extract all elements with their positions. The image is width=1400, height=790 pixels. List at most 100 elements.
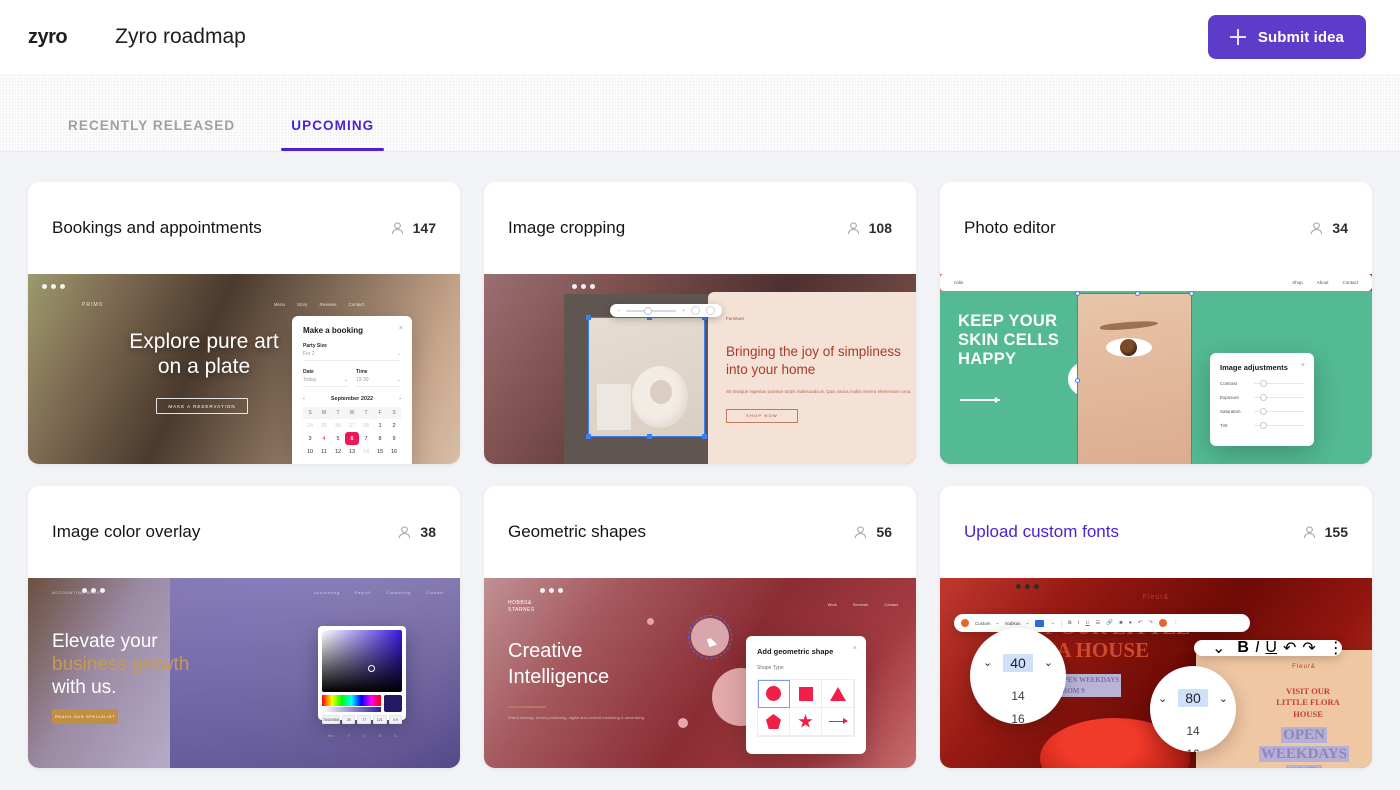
redo-icon[interactable]: ↷	[1302, 638, 1315, 658]
align-icon[interactable]: ☰	[1095, 620, 1100, 626]
font-size-option[interactable]: 16	[1186, 747, 1199, 752]
user-icon	[390, 221, 405, 236]
exposure-slider[interactable]	[1254, 397, 1304, 399]
g-field[interactable]: 77 G	[357, 715, 371, 742]
tint-slider[interactable]	[1254, 425, 1304, 427]
party-size-label: Party Size	[303, 343, 401, 349]
underline-icon[interactable]: U	[1085, 620, 1089, 626]
chevron-down-icon[interactable]: ⌄	[983, 656, 992, 669]
chevron-down-icon[interactable]: ⌄	[1158, 692, 1167, 705]
submit-idea-button[interactable]: Submit idea	[1208, 15, 1366, 59]
minus-icon[interactable]: −	[617, 308, 620, 314]
zoom-slider[interactable]	[626, 310, 676, 312]
adjustment-label: Exposure	[1220, 395, 1248, 400]
roadmap-card-image-color-overlay[interactable]: Image color overlay 38 ACCOUNTING BROS A…	[28, 486, 460, 768]
bold-icon[interactable]: B	[1068, 620, 1072, 626]
adjustment-row[interactable]: Exposure	[1220, 395, 1304, 400]
shape-option-arrow[interactable]	[822, 708, 854, 736]
vote-count[interactable]: 38	[397, 524, 436, 540]
vote-count[interactable]: 155	[1302, 524, 1348, 540]
slider-knob[interactable]	[1260, 408, 1267, 415]
vote-count[interactable]: 147	[390, 220, 436, 236]
roadmap-card-geometric-shapes[interactable]: Geometric shapes 56 HOBBS& STARNES Work …	[484, 486, 916, 768]
crop-handle[interactable]	[586, 315, 591, 320]
font-size-stepper[interactable]: ⌄ 80 ⌄	[1158, 689, 1228, 707]
adjustment-label: Contrast	[1220, 381, 1248, 386]
text-color-icon[interactable]	[1035, 620, 1044, 627]
font-size-option[interactable]: 16	[1011, 712, 1024, 724]
bold-icon[interactable]: B	[1237, 639, 1249, 657]
hex-field[interactable]: 7840006B Hex	[322, 715, 340, 742]
more-icon[interactable]: ⋮	[1328, 638, 1344, 658]
roadmap-card-photo-editor[interactable]: Photo editor 34 nolie Shop About Contact	[940, 182, 1372, 464]
color-swatch-icon[interactable]	[961, 619, 969, 627]
font-size-stepper[interactable]: ⌄ 40 ⌄	[983, 654, 1053, 672]
vote-count[interactable]: 108	[846, 220, 892, 236]
saturation-slider[interactable]	[1254, 411, 1304, 413]
pin-icon[interactable]: ●	[1129, 620, 1132, 626]
triangle-icon	[830, 687, 846, 701]
crop-handle[interactable]	[647, 434, 652, 439]
a-field[interactable]: 0.9 A	[389, 715, 403, 742]
adjustment-row[interactable]: Saturation	[1220, 409, 1304, 414]
booking-panel: Make a booking × Party Size For 2 ⌄ Date…	[292, 316, 412, 464]
shape-option-square[interactable]	[790, 680, 822, 708]
underline-icon[interactable]: U	[1265, 639, 1277, 657]
tab-bar: RECENTLY RELEASED UPCOMING	[0, 74, 1400, 152]
vote-count[interactable]: 34	[1309, 220, 1348, 236]
italic-icon[interactable]: I	[1255, 639, 1259, 657]
hue-slider[interactable]	[322, 695, 381, 706]
undo-icon[interactable]: ↶	[1283, 638, 1296, 658]
hero-cta-button: SHOP NOW	[726, 409, 798, 423]
adjustment-row[interactable]: Contrast	[1220, 381, 1304, 386]
calendar-selected-day[interactable]: 6	[345, 432, 359, 445]
font-size-option[interactable]: 14	[1186, 724, 1199, 738]
chevron-down-icon[interactable]: ⌄	[1050, 620, 1055, 626]
roadmap-card-bookings-and-appointments[interactable]: Bookings and appointments 147 PRIMO Menu…	[28, 182, 460, 464]
chevron-down-icon[interactable]: ⌄	[1219, 692, 1228, 705]
slider-knob[interactable]	[1260, 422, 1267, 429]
undo-icon[interactable]: ↶	[1138, 620, 1143, 626]
hero-line-2: LITTLE FLORA	[1218, 697, 1372, 708]
crop-confirm-button[interactable]	[691, 306, 700, 315]
tab-recently-released[interactable]: RECENTLY RELEASED	[58, 118, 245, 151]
link-icon[interactable]: 🔗	[1106, 620, 1113, 626]
chevron-down-icon[interactable]: ⌄	[1044, 656, 1053, 669]
r-field[interactable]: 25 R	[342, 715, 356, 742]
roadmap-card-upload-custom-fonts[interactable]: Upload custom fonts 155 Fleur& VISIT OUR…	[940, 486, 1372, 768]
slider-knob[interactable]	[1260, 394, 1267, 401]
font-size-value[interactable]: 80	[1178, 689, 1208, 707]
accent-color-icon[interactable]	[1159, 619, 1167, 627]
crop-handle[interactable]	[702, 434, 707, 439]
crop-cancel-button[interactable]	[706, 306, 715, 315]
shape-option-pentagon[interactable]	[758, 708, 790, 736]
crop-handle[interactable]	[586, 434, 591, 439]
zyro-logo[interactable]: zyro	[28, 27, 67, 47]
roadmap-card-image-cropping[interactable]: Image cropping 108 Furniture Bringing th…	[484, 182, 916, 464]
shape-option-circle[interactable]	[758, 680, 790, 708]
chevron-down-icon[interactable]: ⌄	[1212, 638, 1225, 658]
shape-option-triangle[interactable]	[822, 680, 854, 708]
font-size-option[interactable]: 14	[1011, 689, 1024, 703]
font-name-select[interactable]: Nabkas ⌄	[1005, 620, 1029, 626]
slider-knob[interactable]	[1260, 380, 1267, 387]
saturation-value-area[interactable]	[322, 630, 402, 692]
card-title[interactable]: Upload custom fonts	[964, 522, 1288, 542]
font-family-select[interactable]: Custom ⌄	[975, 620, 999, 626]
shape-type-grid	[757, 679, 855, 737]
vote-count[interactable]: 56	[853, 524, 892, 540]
color-picker-panel[interactable]: 7840006B Hex 25 R 77 G 121 B	[318, 626, 406, 720]
plus-small-icon[interactable]: +	[682, 308, 685, 314]
contrast-slider[interactable]	[1254, 383, 1304, 385]
hex-value: 7840006B	[322, 715, 340, 724]
image-icon[interactable]: ■	[1119, 620, 1122, 626]
font-size-value[interactable]: 40	[1003, 654, 1033, 672]
alpha-slider[interactable]	[322, 707, 381, 712]
adjustment-row[interactable]: Tint	[1220, 423, 1304, 428]
b-field[interactable]: 121 B	[373, 715, 387, 742]
more-icon[interactable]: ⋮	[1173, 620, 1179, 626]
tab-upcoming[interactable]: UPCOMING	[281, 118, 384, 151]
shape-option-star[interactable]	[790, 708, 822, 736]
italic-icon[interactable]: I	[1078, 620, 1080, 626]
redo-icon[interactable]: ↷	[1149, 620, 1154, 626]
